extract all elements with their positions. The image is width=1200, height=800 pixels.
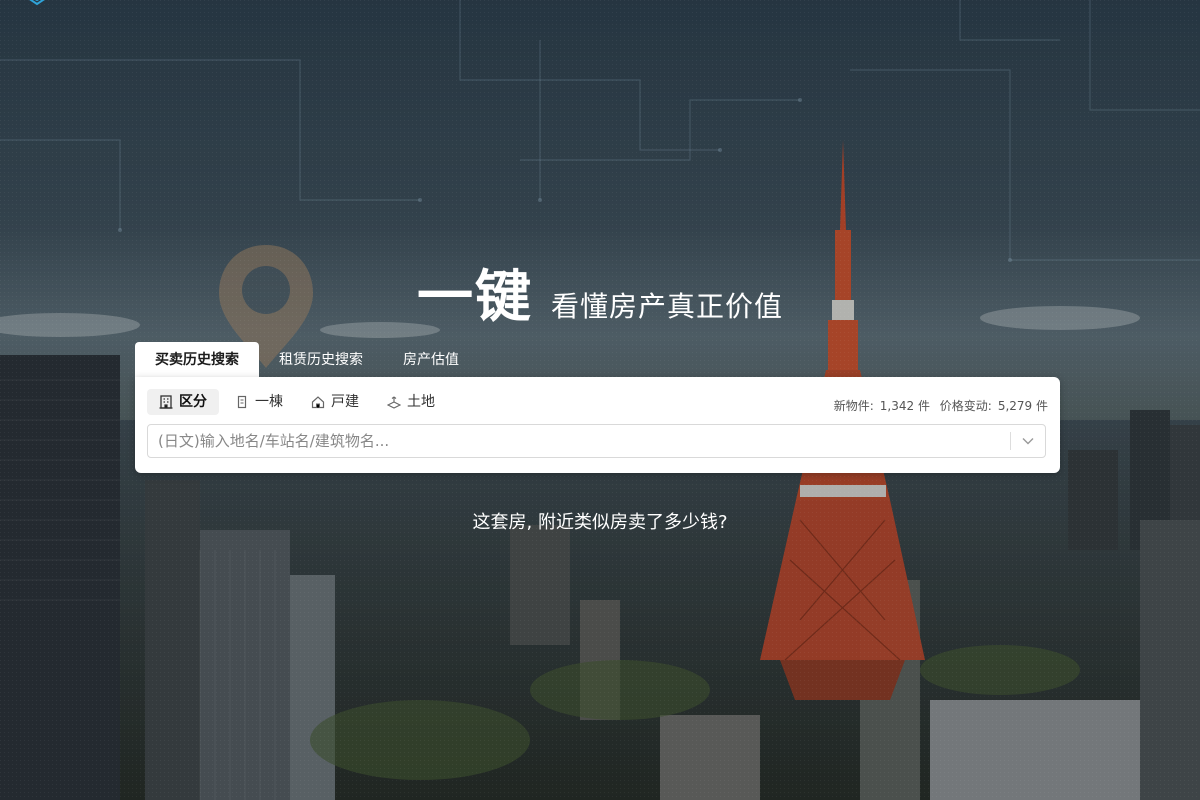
land-icon xyxy=(387,395,401,409)
search-tabs: 买卖历史搜索 租赁历史搜索 房产估值 xyxy=(135,342,479,378)
hero-title-main: 一键 xyxy=(416,265,533,330)
search-card: 区分 一棟 戸建 土地 新物件: 1,342 件 价格变动: 5,279 件 (… xyxy=(135,377,1060,473)
property-type-condo[interactable]: 区分 xyxy=(147,389,219,415)
chevron-down-icon xyxy=(1022,438,1034,445)
house-icon xyxy=(311,395,325,409)
new-listings-label: 新物件: xyxy=(833,399,874,413)
price-change-label: 价格变动: xyxy=(939,399,992,413)
property-type-label: 一棟 xyxy=(255,394,283,410)
page: 一键 看懂房产真正价值 买卖历史搜索 租赁历史搜索 房产估值 区分 一棟 戸建 … xyxy=(0,0,1200,800)
property-type-whole-building[interactable]: 一棟 xyxy=(223,389,295,415)
location-search xyxy=(147,424,1046,458)
property-type-label: 区分 xyxy=(179,394,207,410)
property-type-label: 戸建 xyxy=(331,394,359,410)
building-small-icon xyxy=(235,395,249,409)
price-change-value: 5,279 件 xyxy=(997,399,1048,413)
tab-sales-history[interactable]: 买卖历史搜索 xyxy=(135,342,259,378)
dropdown-toggle[interactable] xyxy=(1011,425,1045,457)
listing-stats: 新物件: 1,342 件 价格变动: 5,279 件 xyxy=(828,397,1048,414)
property-type-house[interactable]: 戸建 xyxy=(299,389,371,415)
property-type-label: 土地 xyxy=(407,394,435,410)
tab-rental-history[interactable]: 租赁历史搜索 xyxy=(259,342,383,378)
logo-icon[interactable] xyxy=(20,0,54,8)
new-listings-value: 1,342 件 xyxy=(879,399,930,413)
hero-question: 这套房, 附近类似房卖了多少钱? xyxy=(472,512,728,533)
property-type-land[interactable]: 土地 xyxy=(375,389,447,415)
tab-property-valuation[interactable]: 房产估值 xyxy=(383,342,479,378)
hero-headline: 一键 看懂房产真正价值 xyxy=(0,252,1200,333)
property-type-selector: 区分 一棟 戸建 土地 xyxy=(147,389,447,415)
building-icon xyxy=(159,395,173,409)
hero-title-sub: 看懂房产真正价值 xyxy=(550,290,783,323)
search-input[interactable] xyxy=(148,426,1010,456)
